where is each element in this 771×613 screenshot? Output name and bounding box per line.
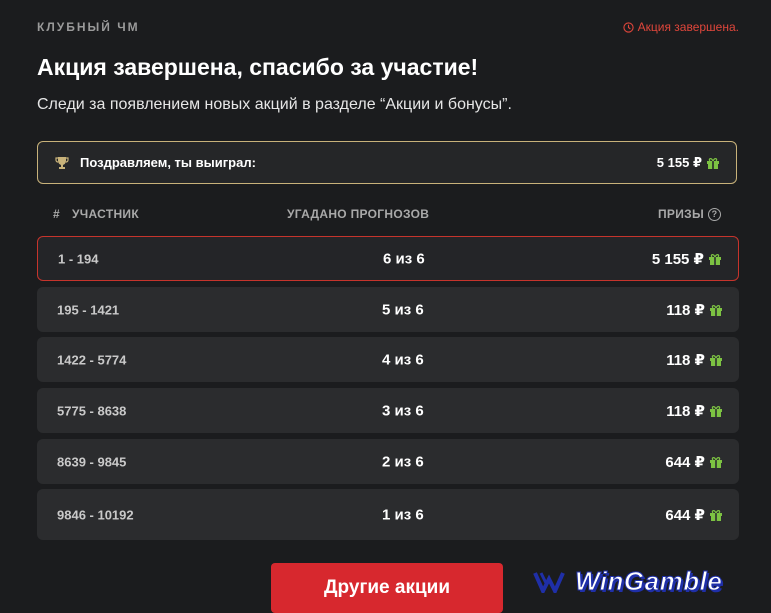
row-prize: 118 ₽ (666, 402, 723, 420)
row-prize: 118 ₽ (666, 351, 723, 369)
col-header-number: # (53, 207, 60, 221)
table-row: 9846 - 10192 1 из 6 644 ₽ (37, 489, 739, 540)
wingamble-logo-icon (533, 571, 565, 593)
row-prize-value: 118 ₽ (666, 402, 705, 420)
col-header-prizes: ПРИЗЫ ? (658, 207, 721, 221)
gift-icon (709, 253, 721, 265)
row-prize: 644 ₽ (665, 506, 723, 524)
row-guessed: 5 из 6 (382, 301, 424, 318)
other-promotions-button[interactable]: Другие акции (271, 563, 503, 613)
row-rank: 9846 - 10192 (57, 507, 134, 522)
winner-amount-value: 5 155 ₽ (656, 154, 702, 170)
row-rank: 195 - 1421 (57, 302, 120, 317)
row-prize-value: 118 ₽ (666, 351, 705, 369)
row-prize-value: 644 ₽ (665, 453, 705, 471)
winner-text: Поздравляем, ты выиграл: (80, 155, 256, 170)
watermark-text: WinGamble (574, 566, 723, 597)
gift-icon (710, 354, 722, 366)
row-prize-value: 644 ₽ (665, 506, 705, 524)
row-guessed: 1 из 6 (382, 506, 424, 523)
row-prize: 5 155 ₽ (652, 250, 722, 268)
question-circle-icon[interactable]: ? (708, 207, 721, 221)
gift-icon (710, 304, 722, 316)
gift-icon (710, 456, 722, 468)
table-row: 1422 - 5774 4 из 6 118 ₽ (37, 337, 739, 382)
clock-icon (622, 21, 634, 33)
row-guessed: 2 из 6 (382, 453, 424, 470)
gift-icon (707, 157, 719, 169)
table-row: 5775 - 8638 3 из 6 118 ₽ (37, 388, 739, 433)
page-subtitle: Следи за появлением новых акций в раздел… (37, 96, 512, 113)
row-rank: 8639 - 9845 (57, 454, 127, 469)
row-prize-value: 118 ₽ (666, 301, 705, 319)
gift-icon (710, 405, 722, 417)
row-prize-value: 5 155 ₽ (651, 250, 704, 268)
table-row: 195 - 1421 5 из 6 118 ₽ (37, 287, 739, 332)
row-rank: 1422 - 5774 (57, 352, 127, 367)
page-title: Акция завершена, спасибо за участие! (37, 54, 479, 80)
status-text: Акция завершена. (637, 20, 739, 34)
row-guessed: 6 из 6 (383, 250, 425, 267)
table-row-current: 1 - 194 6 из 6 5 155 ₽ (37, 236, 739, 281)
row-guessed: 4 из 6 (382, 351, 424, 368)
row-prize: 118 ₽ (666, 301, 723, 319)
col-header-prizes-label: ПРИЗЫ (657, 207, 704, 221)
gift-icon (710, 509, 722, 521)
watermark-logo: WinGamble (533, 566, 722, 597)
col-header-participant: УЧАСТНИК (72, 207, 139, 221)
row-rank: 5775 - 8638 (57, 403, 127, 418)
winner-amount: 5 155 ₽ (657, 155, 720, 171)
row-prize: 644 ₽ (665, 453, 723, 471)
table-row: 8639 - 9845 2 из 6 644 ₽ (37, 439, 739, 484)
row-rank: 1 - 194 (58, 251, 99, 266)
trophy-icon (55, 156, 69, 169)
row-guessed: 3 из 6 (382, 402, 424, 419)
winner-banner: Поздравляем, ты выиграл: 5 155 ₽ (37, 141, 737, 184)
status-badge: Акция завершена. (622, 20, 739, 34)
header-label: КЛУБНЫЙ ЧМ (37, 20, 140, 34)
col-header-guessed: УГАДАНО ПРОГНОЗОВ (287, 207, 430, 221)
